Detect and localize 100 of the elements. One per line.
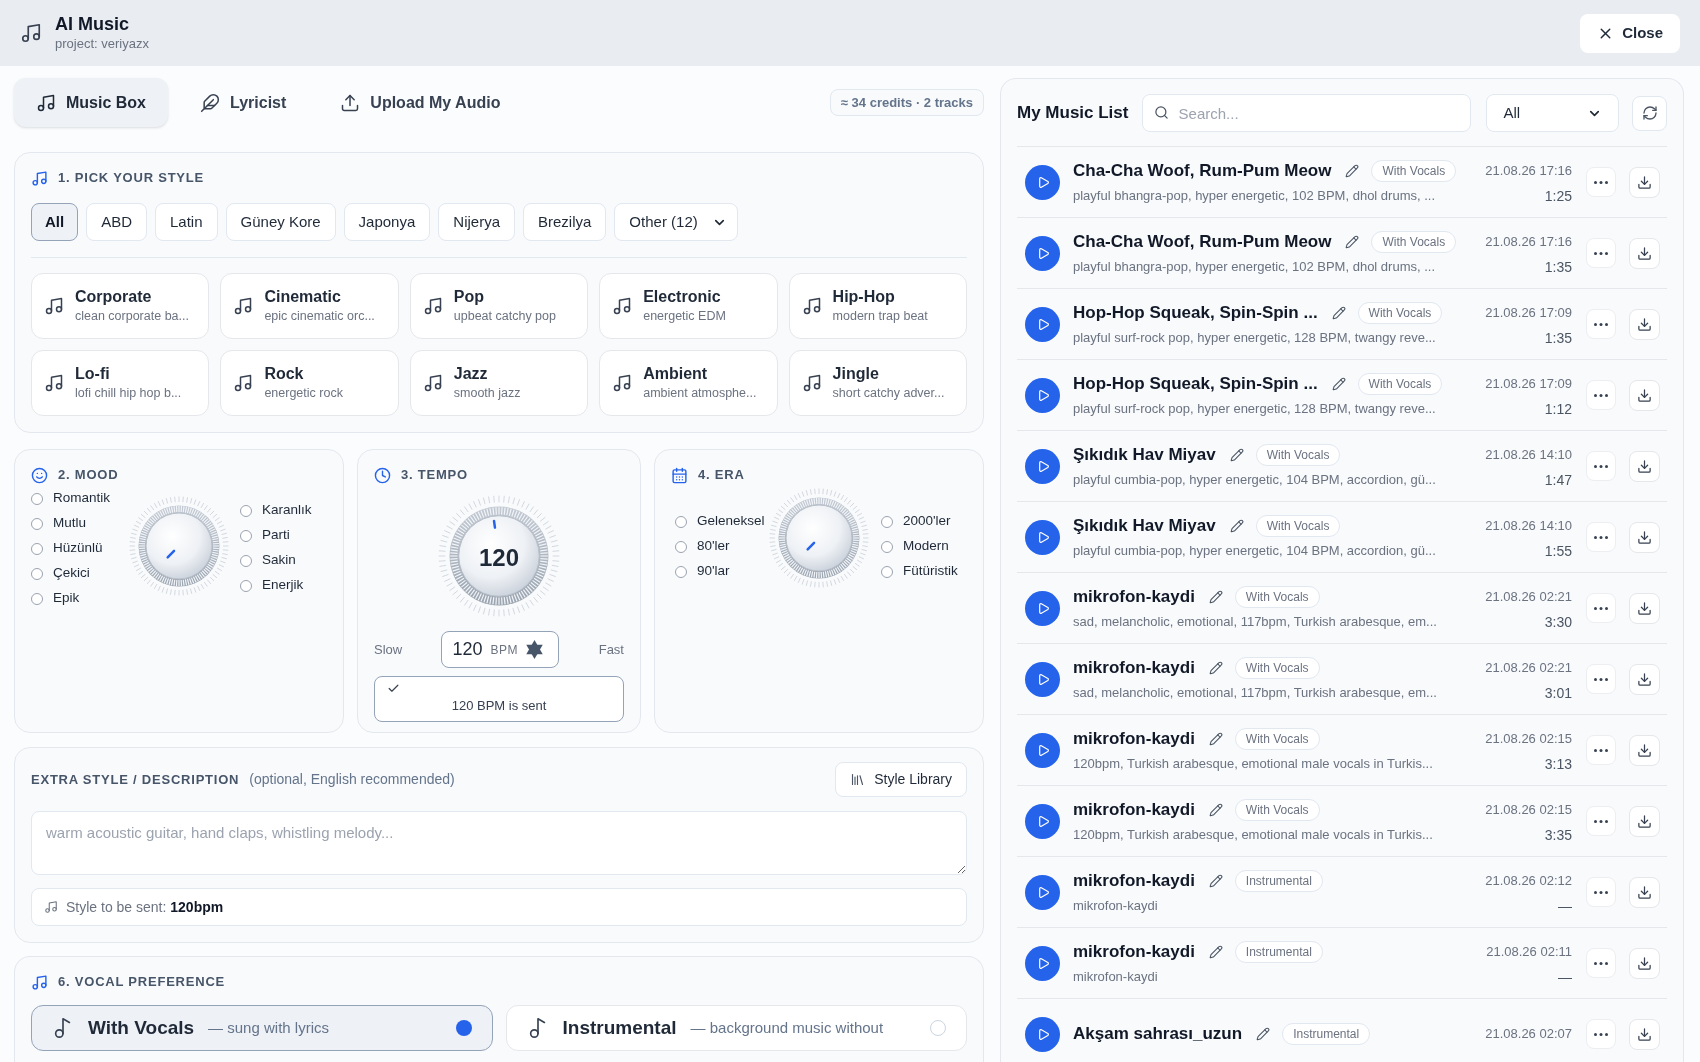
style-card[interactable]: Hip-Hop modern trap beat — [788, 273, 967, 339]
close-button[interactable]: Close — [1580, 13, 1680, 53]
play-button[interactable] — [1025, 448, 1060, 484]
play-button[interactable] — [1025, 874, 1060, 910]
pencil-icon[interactable] — [1208, 874, 1223, 888]
region-chip[interactable]: Latin — [155, 203, 218, 241]
pencil-icon[interactable] — [1229, 519, 1244, 533]
download-button[interactable] — [1629, 521, 1660, 553]
tab[interactable]: Lyricist — [178, 78, 309, 127]
region-chip[interactable]: Brezilya — [523, 203, 607, 241]
download-button[interactable] — [1629, 166, 1660, 198]
style-card[interactable]: Rock energetic rock — [220, 350, 399, 416]
download-button[interactable] — [1629, 805, 1660, 837]
more-button[interactable] — [1586, 451, 1616, 481]
style-card[interactable]: Electronic energetic EDM — [599, 273, 778, 339]
region-chip[interactable]: All — [31, 203, 79, 241]
region-chip[interactable]: Japonya — [343, 203, 431, 241]
tab[interactable]: Upload My Audio — [318, 78, 523, 127]
download-button[interactable] — [1629, 663, 1660, 695]
tempo-knob[interactable] — [438, 495, 560, 617]
download-button[interactable] — [1629, 450, 1660, 482]
radio-option[interactable]: Mutlu — [31, 511, 129, 536]
refresh-button[interactable] — [1632, 95, 1667, 131]
more-button[interactable] — [1586, 593, 1616, 623]
pencil-icon[interactable] — [1208, 590, 1223, 604]
style-card[interactable]: Pop upbeat catchy pop — [409, 273, 589, 339]
pencil-icon[interactable] — [1331, 306, 1346, 320]
radio-option[interactable]: Karanlık — [240, 498, 312, 523]
region-chip[interactable]: Nijerya — [438, 203, 515, 241]
region-select[interactable]: Other (12) — [614, 203, 738, 241]
radio-option[interactable]: Modern — [881, 534, 958, 559]
style-card[interactable]: Lo-fi lofi chill hip hop b... — [31, 350, 210, 416]
radio-option[interactable]: Geleneksel — [675, 509, 769, 534]
play-button[interactable] — [1025, 1016, 1060, 1052]
region-chip[interactable]: ABD — [86, 203, 147, 241]
filter-select[interactable]: All — [1486, 94, 1620, 132]
style-card[interactable]: Jingle short catchy adver... — [788, 350, 967, 416]
pencil-icon[interactable] — [1256, 1027, 1271, 1041]
download-button[interactable] — [1629, 379, 1660, 411]
download-button[interactable] — [1629, 308, 1660, 340]
play-button[interactable] — [1025, 306, 1060, 342]
radio-option[interactable]: 90'lar — [675, 559, 769, 584]
more-button[interactable] — [1586, 877, 1616, 907]
play-button[interactable] — [1025, 519, 1060, 555]
play-button[interactable] — [1025, 945, 1060, 981]
pencil-icon[interactable] — [1229, 448, 1244, 462]
play-button[interactable] — [1025, 590, 1060, 626]
radio-option[interactable]: Sakin — [240, 548, 312, 573]
search-field[interactable]: Search... — [1141, 94, 1472, 132]
radio-option[interactable]: Enerjik — [240, 573, 312, 598]
radio-option[interactable]: Epik — [31, 586, 129, 611]
play-button[interactable] — [1025, 732, 1060, 768]
tab[interactable]: Music Box — [14, 78, 168, 127]
more-button[interactable] — [1586, 380, 1616, 410]
more-button[interactable] — [1586, 664, 1616, 694]
play-button[interactable] — [1025, 164, 1060, 200]
bpm-field[interactable]: 120 BPM — [441, 631, 560, 668]
style-card[interactable]: Corporate clean corporate ba... — [31, 273, 210, 339]
vocal-type-tag: With Vocals — [1371, 231, 1457, 253]
more-button[interactable] — [1586, 735, 1616, 765]
download-button[interactable] — [1629, 237, 1660, 269]
more-button[interactable] — [1586, 167, 1616, 197]
description-field[interactable]: warm acoustic guitar, hand claps, whistling melody... — [31, 811, 967, 875]
more-button[interactable] — [1586, 238, 1616, 268]
pencil-icon[interactable] — [1345, 235, 1360, 249]
download-button[interactable] — [1629, 947, 1660, 979]
pencil-icon[interactable] — [1208, 732, 1223, 746]
pencil-icon[interactable] — [1208, 661, 1223, 675]
play-button[interactable] — [1025, 661, 1060, 697]
radio-option[interactable]: Parti — [240, 523, 312, 548]
play-button[interactable] — [1025, 803, 1060, 839]
style-library-button[interactable]: Style Library — [835, 762, 967, 797]
radio-option[interactable]: Hüzünlü — [31, 536, 129, 561]
download-button[interactable] — [1629, 876, 1660, 908]
vocal-option[interactable]: Instrumental — background music without — [505, 1005, 967, 1051]
track-description: playful cumbia-pop, hyper energetic, 104 BPM, accordion, gü... — [1073, 471, 1437, 489]
style-card[interactable]: Jazz smooth jazz — [409, 350, 589, 416]
download-button[interactable] — [1629, 592, 1660, 624]
more-button[interactable] — [1586, 1019, 1616, 1049]
play-button[interactable] — [1025, 235, 1060, 271]
more-button[interactable] — [1586, 948, 1616, 978]
pencil-icon[interactable] — [1208, 945, 1223, 959]
radio-option[interactable]: 80'ler — [675, 534, 769, 559]
more-button[interactable] — [1586, 522, 1616, 552]
style-card[interactable]: Ambient ambient atmosphe... — [599, 350, 778, 416]
radio-option[interactable]: 2000'ler — [881, 509, 958, 534]
style-card[interactable]: Cinematic epic cinematic orc... — [220, 273, 399, 339]
vocal-option[interactable]: With Vocals — sung with lyrics — [31, 1005, 493, 1051]
more-button[interactable] — [1586, 806, 1616, 836]
play-button[interactable] — [1025, 377, 1060, 413]
radio-option[interactable]: Romantik — [31, 486, 129, 511]
download-button[interactable] — [1629, 1018, 1660, 1050]
download-button[interactable] — [1629, 734, 1660, 766]
pencil-icon[interactable] — [1331, 377, 1346, 391]
pencil-icon[interactable] — [1345, 164, 1360, 178]
radio-option[interactable]: Çekici — [31, 561, 129, 586]
pencil-icon[interactable] — [1208, 803, 1223, 817]
more-button[interactable] — [1586, 309, 1616, 339]
region-chip[interactable]: Güney Kore — [225, 203, 336, 241]
radio-option[interactable]: Fütüristik — [881, 559, 958, 584]
